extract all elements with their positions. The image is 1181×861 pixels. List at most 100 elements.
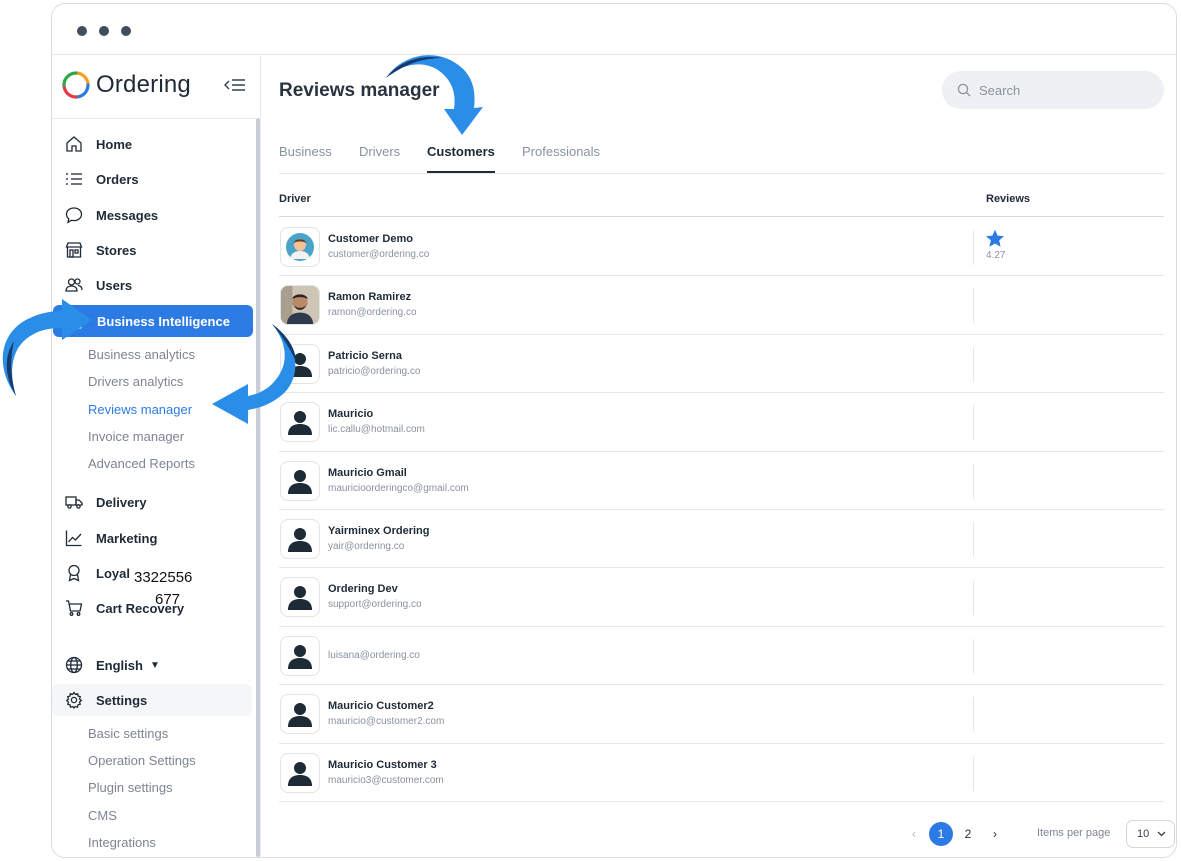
table-row[interactable]: Customer Demo customer@ordering.co 4.27	[279, 218, 1164, 277]
sidebar-subitem-reviews-manager[interactable]: Reviews manager	[88, 402, 192, 417]
customer-name: Mauricio	[328, 408, 374, 421]
sidebar-item-cart-recovery[interactable]: Cart Recovery	[52, 592, 252, 624]
sidebar-item-business-intelligence[interactable]: Business Intelligence	[53, 305, 253, 337]
avatar	[280, 694, 320, 735]
column-divider	[973, 755, 974, 791]
tab-customers[interactable]: Customers	[427, 144, 495, 173]
column-divider	[973, 288, 974, 324]
avatar	[280, 635, 320, 676]
table-row[interactable]: luisana@ordering.co	[279, 627, 1164, 686]
brand-name: Ordering	[96, 71, 191, 98]
sidebar-subitem-invoice-manager[interactable]: Invoice manager	[88, 429, 184, 444]
overlay-text-line-1: 3322556	[134, 569, 193, 586]
chat-icon	[64, 205, 84, 225]
customer-email: ramon@ordering.co	[328, 307, 417, 319]
chevron-down-icon	[1157, 831, 1166, 837]
star-icon	[986, 229, 1004, 247]
customer-name: Mauricio Gmail	[328, 466, 407, 479]
customer-email: luisana@ordering.co	[328, 649, 420, 661]
customer-email: mauricioorderingco@gmail.com	[328, 482, 469, 494]
main-content: Reviews manager Business Drivers Custome…	[262, 56, 1176, 857]
search-box[interactable]	[942, 71, 1164, 109]
column-header-driver[interactable]: Driver	[279, 193, 311, 205]
sidebar-subitem-basic-settings[interactable]: Basic settings	[88, 726, 168, 741]
table-row[interactable]: Mauricio Gmail mauricioorderingco@gmail.c…	[279, 452, 1164, 510]
customer-name: Yairminex Ordering	[328, 524, 430, 537]
sidebar-subitem-business-analytics[interactable]: Business analytics	[88, 347, 195, 362]
sidebar-subitem-plugin-settings[interactable]: Plugin settings	[88, 780, 173, 795]
sidebar-item-marketing[interactable]: Marketing	[52, 522, 252, 554]
trend-icon	[64, 528, 84, 548]
window-minimize-dot[interactable]	[99, 26, 109, 36]
tab-business[interactable]: Business	[279, 144, 332, 171]
page-title: Reviews manager	[279, 80, 440, 101]
sidebar-scrollbar[interactable]	[256, 118, 260, 857]
customer-email: patricio@ordering.co	[328, 365, 421, 377]
search-input[interactable]	[979, 82, 1149, 98]
truck-icon	[64, 492, 84, 512]
table-row[interactable]: Ordering Dev support@ordering.co	[279, 568, 1164, 627]
prev-page-icon[interactable]: ‹	[902, 822, 926, 846]
sidebar-item-users[interactable]: Users	[52, 269, 252, 301]
column-header-reviews[interactable]: Reviews	[986, 193, 1030, 205]
items-per-page-label: Items per page	[1037, 827, 1111, 839]
next-page-icon[interactable]: ›	[983, 822, 1007, 846]
store-icon	[64, 240, 84, 260]
customers-table-body: Customer Demo customer@ordering.co 4.27 Ram…	[279, 218, 1164, 802]
sidebar: Ordering Home Orders Messages Stores Use…	[52, 56, 261, 857]
app-window: Ordering Home Orders Messages Stores Use…	[51, 3, 1177, 858]
overlay-text-line-2: 677	[155, 591, 181, 608]
window-close-dot[interactable]	[77, 26, 87, 36]
sidebar-item-label: Stores	[96, 242, 137, 258]
list-icon	[64, 169, 84, 189]
window-titlebar	[52, 4, 1176, 55]
customer-name: Mauricio Customer2	[328, 700, 434, 713]
table-header: Driver Reviews	[279, 184, 1164, 217]
table-row[interactable]: Mauricio lic.callu@hotmail.com	[279, 393, 1164, 452]
collapse-sidebar-icon[interactable]	[224, 76, 246, 94]
customer-name: Ordering Dev	[328, 583, 398, 596]
language-selector[interactable]: English ▼	[52, 649, 252, 681]
column-divider	[973, 697, 974, 733]
sidebar-item-delivery[interactable]: Delivery	[52, 486, 252, 518]
avatar	[280, 577, 320, 618]
page-2-button[interactable]: 2	[956, 822, 980, 846]
table-row[interactable]: Mauricio Customer 3 mauricio3@customer.co…	[279, 744, 1164, 802]
cart-icon	[64, 598, 84, 618]
table-row[interactable]: Yairminex Ordering yair@ordering.co	[279, 510, 1164, 569]
avatar	[280, 343, 320, 384]
items-per-page-value: 10	[1137, 828, 1150, 840]
sidebar-item-label: Business Intelligence	[97, 313, 230, 329]
table-row[interactable]: Ramon Ramirez ramon@ordering.co	[279, 276, 1164, 335]
table-row[interactable]: Patricio Serna patricio@ordering.co	[279, 335, 1164, 394]
page-1-button[interactable]: 1	[929, 822, 953, 846]
column-divider	[973, 346, 974, 382]
table-row[interactable]: Mauricio Customer2 mauricio@customer2.com	[279, 685, 1164, 744]
tab-drivers[interactable]: Drivers	[359, 144, 400, 171]
sidebar-divider	[52, 118, 256, 119]
sidebar-item-label: Delivery	[96, 494, 147, 510]
sidebar-item-orders[interactable]: Orders	[52, 163, 252, 195]
sidebar-subitem-integrations[interactable]: Integrations	[88, 835, 156, 850]
sidebar-subitem-advanced-reports[interactable]: Advanced Reports	[88, 456, 195, 471]
language-label: English	[96, 657, 143, 673]
brand-logo[interactable]: Ordering	[62, 68, 191, 102]
sidebar-item-label: Loyal	[96, 565, 130, 581]
sidebar-item-settings[interactable]: Settings	[52, 684, 252, 716]
sidebar-item-home[interactable]: Home	[52, 128, 252, 160]
sidebar-subitem-operation-settings[interactable]: Operation Settings	[88, 753, 196, 768]
column-divider	[973, 638, 974, 674]
column-divider	[973, 463, 974, 499]
sidebar-item-stores[interactable]: Stores	[52, 234, 252, 266]
window-maximize-dot[interactable]	[121, 26, 131, 36]
sidebar-item-messages[interactable]: Messages	[52, 199, 252, 231]
items-per-page-select[interactable]: 10	[1126, 820, 1175, 848]
sidebar-subitem-drivers-analytics[interactable]: Drivers analytics	[88, 374, 183, 389]
chart-icon	[65, 311, 85, 331]
tab-professionals[interactable]: Professionals	[522, 144, 600, 171]
sidebar-item-label: Messages	[96, 207, 159, 223]
column-divider	[973, 580, 974, 616]
avatar	[280, 518, 320, 559]
sidebar-subitem-cms[interactable]: CMS	[88, 808, 117, 823]
sidebar-item-label: Settings	[96, 692, 148, 708]
